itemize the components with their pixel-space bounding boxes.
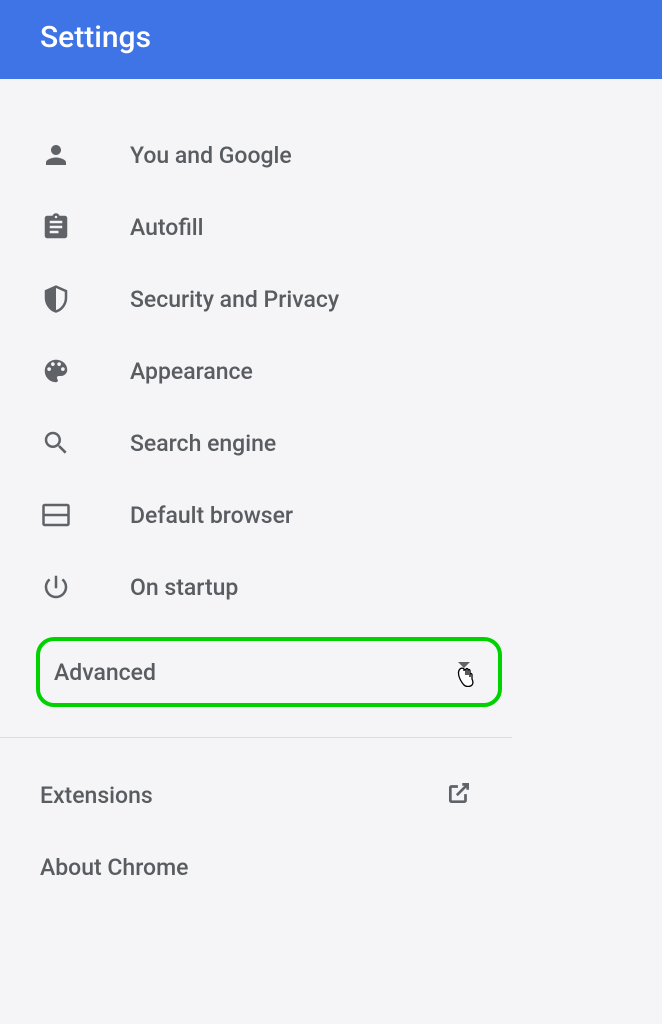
menu-item-autofill[interactable]: Autofill bbox=[40, 191, 662, 263]
chevron-down-icon bbox=[450, 657, 480, 687]
menu-label: Security and Privacy bbox=[130, 286, 339, 313]
divider bbox=[0, 737, 512, 738]
settings-menu: You and Google Autofill Security and Pri… bbox=[0, 79, 662, 903]
person-icon bbox=[40, 139, 72, 171]
settings-header: Settings bbox=[0, 0, 662, 79]
menu-label: Search engine bbox=[130, 430, 276, 457]
footer-label: About Chrome bbox=[40, 854, 188, 881]
advanced-label: Advanced bbox=[54, 659, 156, 686]
menu-item-search-engine[interactable]: Search engine bbox=[40, 407, 662, 479]
menu-item-appearance[interactable]: Appearance bbox=[40, 335, 662, 407]
footer-label: Extensions bbox=[40, 782, 153, 809]
page-title: Settings bbox=[40, 20, 151, 55]
palette-icon bbox=[40, 355, 72, 387]
browser-icon bbox=[40, 499, 72, 531]
menu-label: Default browser bbox=[130, 502, 293, 529]
search-icon bbox=[40, 427, 72, 459]
menu-item-default-browser[interactable]: Default browser bbox=[40, 479, 662, 551]
open-external-icon bbox=[446, 780, 472, 810]
menu-item-security-privacy[interactable]: Security and Privacy bbox=[40, 263, 662, 335]
menu-label: You and Google bbox=[130, 142, 292, 169]
power-icon bbox=[40, 571, 72, 603]
menu-label: Autofill bbox=[130, 214, 204, 241]
menu-item-about-chrome[interactable]: About Chrome bbox=[40, 832, 662, 903]
clipboard-icon bbox=[40, 211, 72, 243]
menu-item-you-and-google[interactable]: You and Google bbox=[40, 119, 662, 191]
shield-icon bbox=[40, 283, 72, 315]
menu-item-on-startup[interactable]: On startup bbox=[40, 551, 662, 623]
menu-label: Appearance bbox=[130, 358, 253, 385]
menu-item-advanced[interactable]: Advanced bbox=[36, 637, 502, 707]
menu-label: On startup bbox=[130, 574, 238, 601]
menu-item-extensions[interactable]: Extensions bbox=[40, 758, 662, 832]
